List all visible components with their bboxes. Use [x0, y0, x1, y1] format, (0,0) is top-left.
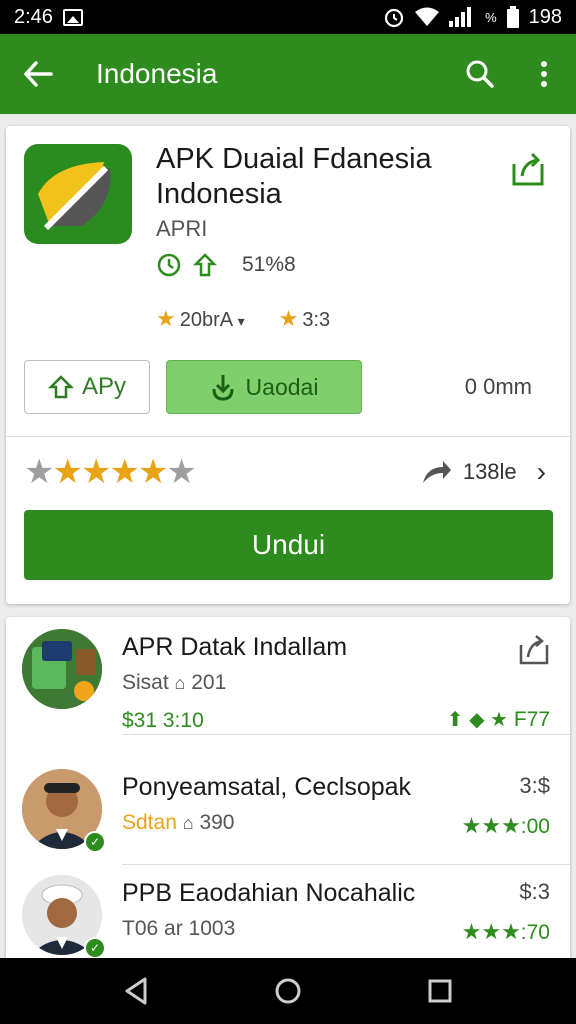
download-icon [212, 375, 234, 401]
verified-badge-icon: ✓ [84, 831, 106, 853]
star-icon: ★ [156, 306, 176, 331]
divider [6, 436, 570, 437]
search-icon [466, 60, 494, 88]
size-value: 0mm [483, 374, 532, 399]
upload-icon [192, 253, 218, 277]
upload-arrow-icon [47, 375, 74, 399]
list-item-action[interactable] [518, 635, 550, 671]
apy-button-label: APy [81, 373, 126, 400]
list-item-stats: ⬆ ◆ ★ F77 [446, 708, 550, 731]
more-options-button[interactable] [512, 60, 576, 88]
battery-icon [506, 6, 519, 28]
signal-label: % [485, 9, 497, 25]
chevron-right-icon: › [536, 456, 546, 487]
list-item-name: Ponyeamsatal, Ceclsopak [122, 773, 412, 801]
list-item-price: $31 3:10 [122, 709, 204, 732]
share-icon [519, 635, 549, 665]
arrow-left-icon [24, 61, 53, 87]
divider [122, 734, 570, 735]
rating-summary: ★ 20brA ▾ ★ 3:3 [156, 306, 331, 331]
list-item-name: PPB Eaodahian Nocahalic [122, 879, 416, 907]
size-icon: 0 [464, 374, 477, 399]
nav-back-icon[interactable] [123, 977, 149, 1005]
list-item-stats: ★★★:70 [461, 919, 550, 944]
wifi-icon [415, 7, 440, 26]
signal-icon [449, 7, 472, 27]
list-item-name: APR Datak Indallam [122, 633, 348, 661]
shares-count: 138le [462, 459, 517, 484]
back-button[interactable] [0, 61, 76, 87]
nav-recents-icon[interactable] [427, 978, 453, 1004]
list-item[interactable]: APR Datak Indallam Sisat ⌂ 201 $31 3:10 … [6, 617, 570, 735]
star-icon: ★ [278, 306, 299, 331]
meta-value: 51%8 [242, 253, 296, 276]
clock-icon [157, 253, 181, 277]
share-icon [512, 152, 544, 186]
alarm-icon [384, 8, 404, 28]
app-avatar [22, 629, 102, 709]
app-size: 0 0mm [465, 374, 532, 400]
app-title: APK Duaial Fdanesia Indonesia [156, 143, 432, 210]
app-meta-row: 51%8 [156, 252, 296, 278]
list-item-price-right: 3:$ [519, 773, 550, 798]
app-logo[interactable] [24, 144, 132, 244]
list-item[interactable]: ✓ PPB Eaodahian Nocahalic T06 ar 1003 $:… [6, 863, 570, 962]
list-item-sub: Sdtan ⌂ 390 [122, 811, 235, 834]
related-apps-card: APR Datak Indallam Sisat ⌂ 201 $31 3:10 … [6, 617, 570, 962]
apy-button[interactable]: APy [24, 360, 150, 414]
page-title: Indonesia [96, 58, 218, 89]
shares-link[interactable]: 138le › [421, 456, 546, 488]
list-item-sub: T06 ar 1003 [122, 917, 236, 940]
system-nav-bar [0, 958, 576, 1024]
app-bar: Indonesia [0, 34, 576, 114]
list-item-price-right: $:3 [519, 879, 550, 904]
developer-name[interactable]: APRI [156, 216, 207, 242]
list-item[interactable]: ✓ Ponyeamsatal, Ceclsopak Sdtan ⌂ 390 3:… [6, 757, 570, 875]
search-button[interactable] [448, 59, 512, 89]
rating-stars[interactable]: ★★★★★★ [24, 452, 197, 492]
share-button[interactable] [510, 152, 546, 191]
rating-b: 3:3 [302, 309, 331, 331]
status-bar: 2:46 % 198 [0, 0, 576, 34]
image-notification-icon [62, 8, 83, 26]
nav-home-icon[interactable] [274, 977, 302, 1005]
verified-badge-icon: ✓ [84, 937, 106, 959]
uaodai-button-label: Uaodai [245, 373, 319, 400]
more-vert-icon [541, 61, 547, 87]
battery-level: 198 [528, 5, 562, 28]
rating-a: 20brA [179, 309, 232, 331]
list-item-sub: Sisat ⌂ 201 [122, 671, 227, 694]
uaodai-button[interactable]: Uaodai [166, 360, 362, 414]
forward-arrow-icon [422, 461, 451, 483]
app-detail-card: APK Duaial Fdanesia Indonesia APRI 51%8 … [6, 126, 570, 604]
download-button[interactable]: Undui [24, 510, 553, 580]
list-item-stats: ★★★:00 [461, 813, 550, 838]
status-time: 2:46 [14, 5, 53, 28]
